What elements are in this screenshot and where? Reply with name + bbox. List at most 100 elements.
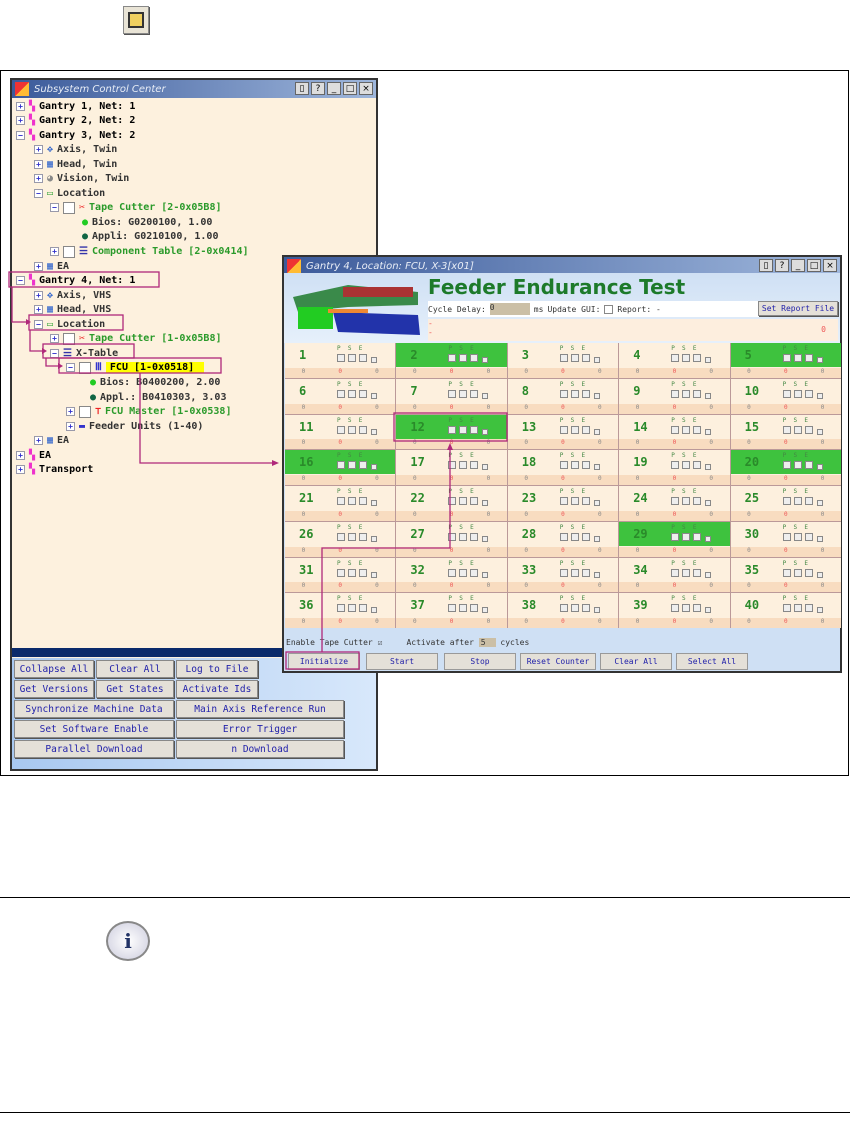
feeder-button[interactable] xyxy=(705,392,712,399)
tree-node[interactable]: + ▚ Transport xyxy=(16,463,93,477)
feeder-cell[interactable]: 16 P S E 000 xyxy=(285,450,396,485)
tree-node[interactable]: + ☰ Component Table [2-0x0414] xyxy=(50,245,249,259)
feeder-checkbox[interactable] xyxy=(693,568,702,577)
expand-icon[interactable]: + xyxy=(34,305,43,315)
feeder-button[interactable] xyxy=(371,607,377,614)
set-software-enable-button[interactable]: Set Software Enable xyxy=(14,720,174,738)
feeder-button[interactable] xyxy=(705,464,712,471)
feeder-button[interactable] xyxy=(705,571,712,578)
feeder-cell[interactable]: 32 P S E 000 xyxy=(396,557,507,593)
select-all-button[interactable]: Select All xyxy=(676,653,748,670)
feeder-checkbox[interactable] xyxy=(359,604,367,613)
feeder-checkbox[interactable] xyxy=(793,497,802,505)
expand-icon[interactable]: + xyxy=(66,407,75,417)
feeder-checkbox[interactable] xyxy=(459,461,468,470)
feeder-button[interactable] xyxy=(816,607,823,614)
feeder-button[interactable] xyxy=(482,607,489,614)
feeder-button[interactable] xyxy=(816,464,823,471)
feeder-button[interactable] xyxy=(371,428,377,435)
feeder-checkbox[interactable] xyxy=(804,425,813,434)
feeder-checkbox[interactable] xyxy=(570,425,579,434)
feeder-cell[interactable]: 2 P S E 000 xyxy=(396,343,507,378)
book-icon[interactable]: ▯ xyxy=(759,259,773,272)
feeder-cell[interactable]: 26 P S E 000 xyxy=(285,521,396,557)
feeder-checkbox[interactable] xyxy=(581,461,590,470)
feeder-button[interactable] xyxy=(705,500,712,506)
feeder-button[interactable] xyxy=(593,464,600,471)
feeder-checkbox[interactable] xyxy=(559,425,568,434)
collapse-icon[interactable]: − xyxy=(50,348,59,358)
feeder-checkbox[interactable] xyxy=(782,497,791,505)
tree-node[interactable]: − ▭ Location xyxy=(34,317,105,331)
parallel-download-button[interactable]: Parallel Download xyxy=(14,740,174,758)
main-axis-reference-run-button[interactable]: Main Axis Reference Run xyxy=(176,700,344,718)
feeder-checkbox[interactable] xyxy=(348,461,356,470)
maximize-button[interactable]: □ xyxy=(807,259,821,272)
feeder-checkbox[interactable] xyxy=(671,497,680,505)
expand-icon[interactable]: + xyxy=(34,174,43,184)
tree-node[interactable]: − ▚ Gantry 4, Net: 1 xyxy=(16,274,135,288)
feeder-cell[interactable]: 4 P S E 000 xyxy=(619,343,730,378)
feeder-checkbox[interactable] xyxy=(671,568,680,577)
n-download-button[interactable]: n Download xyxy=(176,740,344,758)
feeder-checkbox[interactable] xyxy=(337,461,345,470)
feeder-checkbox[interactable] xyxy=(459,425,468,434)
feeder-cell[interactable]: 28 P S E 000 xyxy=(507,521,619,557)
feeder-checkbox[interactable] xyxy=(470,532,479,541)
feeder-cell[interactable]: 35 P S E 000 xyxy=(730,557,841,593)
feeder-button[interactable] xyxy=(816,535,823,542)
feeder-checkbox[interactable] xyxy=(448,389,457,398)
close-button[interactable]: × xyxy=(359,82,373,95)
feeder-checkbox[interactable] xyxy=(804,354,813,362)
subsystem-control-center-icon[interactable] xyxy=(123,6,149,34)
feeder-checkbox[interactable] xyxy=(359,461,367,470)
feeder-checkbox[interactable] xyxy=(348,354,356,362)
feeder-checkbox[interactable] xyxy=(559,568,568,577)
node-checkbox[interactable] xyxy=(79,405,91,418)
feeder-cell[interactable]: 37 P S E 000 xyxy=(396,593,507,628)
feeder-checkbox[interactable] xyxy=(559,604,568,613)
feeder-checkbox[interactable] xyxy=(671,604,680,613)
synchronize-machine-data-button[interactable]: Synchronize Machine Data xyxy=(14,700,174,718)
feeder-checkbox[interactable] xyxy=(448,604,457,613)
tree-node[interactable]: − Ⅲ FCU [1-0x0518] xyxy=(66,361,205,375)
feeder-button[interactable] xyxy=(482,535,489,542)
feeder-button[interactable] xyxy=(705,357,712,363)
feeder-checkbox[interactable] xyxy=(359,532,367,541)
feeder-checkbox[interactable] xyxy=(793,532,802,541)
feeder-button[interactable] xyxy=(705,607,712,614)
feeder-button[interactable] xyxy=(593,571,600,578)
clear-all-button[interactable]: Clear All xyxy=(96,660,174,678)
tree-node[interactable]: ● Bios: B0400200, 2.00 xyxy=(90,375,220,389)
feeder-cell[interactable]: 38 P S E 000 xyxy=(507,593,619,628)
feeder-button[interactable] xyxy=(371,500,377,506)
feeder-cell[interactable]: 34 P S E 000 xyxy=(619,557,730,593)
feeder-checkbox[interactable] xyxy=(804,497,813,505)
feeder-checkbox[interactable] xyxy=(682,425,691,434)
feeder-checkbox[interactable] xyxy=(682,532,691,541)
feeder-button[interactable] xyxy=(371,571,377,578)
feeder-checkbox[interactable] xyxy=(337,354,345,362)
feeder-checkbox[interactable] xyxy=(581,389,590,398)
feeder-checkbox[interactable] xyxy=(581,532,590,541)
feeder-checkbox[interactable] xyxy=(448,354,457,362)
feeder-checkbox[interactable] xyxy=(693,604,702,613)
tree-node[interactable]: + ▦ EA xyxy=(34,434,69,448)
feeder-button[interactable] xyxy=(482,392,489,399)
feeder-checkbox[interactable] xyxy=(337,568,345,577)
expand-icon[interactable]: + xyxy=(50,334,59,344)
feeder-checkbox[interactable] xyxy=(570,389,579,398)
feeder-cell[interactable]: 27 P S E 000 xyxy=(396,521,507,557)
feeder-checkbox[interactable] xyxy=(693,497,702,505)
clear-all-button[interactable]: Clear All xyxy=(600,653,672,670)
feeder-checkbox[interactable] xyxy=(459,568,468,577)
feeder-checkbox[interactable] xyxy=(804,604,813,613)
expand-icon[interactable]: + xyxy=(66,421,75,431)
feeder-checkbox[interactable] xyxy=(671,354,680,362)
feeder-checkbox[interactable] xyxy=(570,461,579,470)
feeder-button[interactable] xyxy=(705,535,712,542)
activate-after-input[interactable]: 5 xyxy=(478,638,496,647)
minimize-button[interactable]: _ xyxy=(791,259,805,272)
feeder-checkbox[interactable] xyxy=(470,497,479,505)
feeder-checkbox[interactable] xyxy=(782,425,791,434)
